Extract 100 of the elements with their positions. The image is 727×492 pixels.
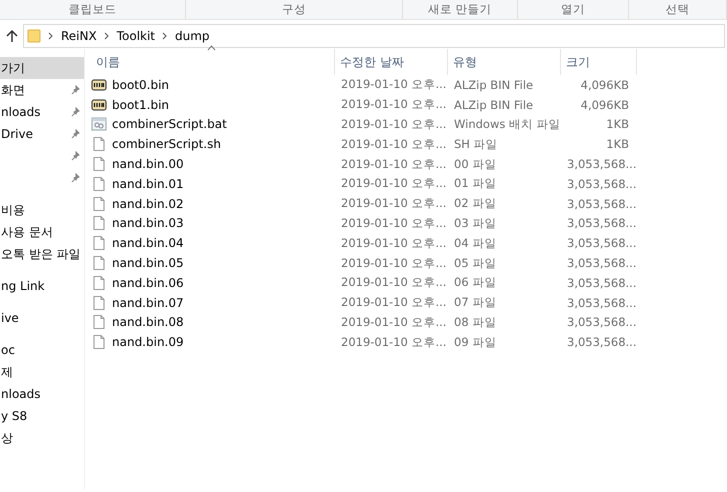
nav-label: nloads <box>1 105 41 119</box>
ribbon-group-label: 구성 <box>186 0 403 19</box>
date-cell-text: 2019-01-10 오후... <box>340 156 448 172</box>
file-icon <box>91 334 107 350</box>
file-icon <box>91 196 107 212</box>
nav-label: y S8 <box>1 409 28 423</box>
file-name[interactable]: combinerScript.bat <box>112 117 227 132</box>
column-header[interactable]: 크기 <box>561 49 637 75</box>
file-name[interactable]: nand.bin.02 <box>112 196 184 211</box>
date-cell-text: 2019-01-10 오후... <box>340 136 448 152</box>
nav-label: Drive <box>1 127 33 141</box>
type-cell-text: SH 파일 <box>453 136 499 152</box>
ribbon-group-label: 새로 만들기 <box>402 0 518 19</box>
date-cell-text: 2019-01-10 오후... <box>340 176 448 192</box>
file-icon <box>91 255 107 272</box>
breadcrumb[interactable]: dump <box>175 29 210 43</box>
size-cell-text: 3,053,568... <box>566 176 637 191</box>
nav-label: 가기 <box>1 60 25 76</box>
date-cell-text: 2019-01-10 오후... <box>340 275 448 290</box>
file-name[interactable]: nand.bin.07 <box>112 296 184 310</box>
nav-item[interactable]: ive <box>0 307 84 329</box>
nav-label: 사용 문서 <box>1 224 53 240</box>
pin-icon <box>70 107 80 117</box>
date-cell-text: 2019-01-10 오후... <box>340 236 448 251</box>
file-name[interactable]: nand.bin.09 <box>112 335 184 350</box>
breadcrumb[interactable]: Toolkit <box>116 29 156 43</box>
size-cell-text: 4,096KB <box>580 78 630 92</box>
nav-item[interactable]: 제 <box>0 361 84 383</box>
date-cell-text: 2019-01-10 오후... <box>340 97 448 112</box>
type-cell-text: 00 파일 <box>453 156 498 172</box>
type-cell-text: 05 파일 <box>453 256 498 271</box>
pin-icon <box>70 129 80 139</box>
file-icon <box>91 314 107 330</box>
date-cell-text: 2019-01-10 오후... <box>340 196 448 212</box>
size-cell-text: 3,053,568... <box>566 216 637 230</box>
file-icon <box>91 274 107 291</box>
nav-label: 화면 <box>1 82 25 98</box>
type-cell-text: 07 파일 <box>453 295 498 310</box>
nav-item[interactable]: nloads <box>0 383 84 405</box>
file-name[interactable]: nand.bin.00 <box>112 157 184 172</box>
size-cell-text: 3,053,568... <box>566 276 637 290</box>
size-cell-text: 4,096KB <box>580 98 630 112</box>
nav-item[interactable]: 사용 문서 <box>0 221 84 243</box>
column-header[interactable]: 이름 <box>91 49 335 75</box>
folder-icon <box>27 29 41 43</box>
file-icon <box>91 176 107 192</box>
size-cell-text: 3,053,568... <box>566 256 637 270</box>
nav-item[interactable]: nloads <box>0 101 84 123</box>
type-cell-text: 02 파일 <box>453 196 498 212</box>
size-cell-text: 3,053,568... <box>566 335 637 350</box>
file-name[interactable]: combinerScript.sh <box>112 137 221 152</box>
up-arrow-icon[interactable] <box>5 29 19 43</box>
size-cell-text: 1KB <box>605 137 630 152</box>
bin-file-icon <box>91 96 107 113</box>
nav-item[interactable]: ng Link <box>0 275 84 297</box>
file-name[interactable]: nand.bin.01 <box>112 176 184 191</box>
type-cell-text: 03 파일 <box>453 216 498 231</box>
file-name[interactable]: boot1.bin <box>112 98 170 112</box>
ribbon-group-label: 선택 <box>629 0 727 19</box>
file-name[interactable]: nand.bin.04 <box>112 236 184 250</box>
file-icon <box>91 156 107 172</box>
column-header[interactable]: 유형 <box>448 49 561 75</box>
nav-label: nloads <box>1 387 41 401</box>
nav-item[interactable]: 가기 <box>0 57 84 79</box>
file-name[interactable]: nand.bin.05 <box>112 256 184 270</box>
file-name[interactable]: nand.bin.03 <box>112 216 184 230</box>
size-cell-text: 3,053,568... <box>566 315 637 330</box>
type-cell-text: Windows 배치 파일 <box>453 116 561 132</box>
nav-item[interactable]: y S8 <box>0 405 84 427</box>
ribbon-group-label: 열기 <box>518 0 630 19</box>
breadcrumb[interactable]: ReiNX <box>61 29 97 43</box>
file-name[interactable]: nand.bin.08 <box>112 315 184 330</box>
size-cell-text: 3,053,568... <box>566 236 637 250</box>
column-header[interactable]: 수정한 날짜 <box>335 49 448 75</box>
date-cell-text: 2019-01-10 오후... <box>340 216 448 231</box>
type-cell-text: 09 파일 <box>453 334 498 350</box>
date-cell-text: 2019-01-10 오후... <box>340 77 448 92</box>
size-cell-text: 3,053,568... <box>566 296 637 310</box>
pin-icon <box>70 151 80 161</box>
nav-label: ng Link <box>1 279 45 293</box>
nav-label: oc <box>1 343 15 357</box>
nav-label: 제 <box>1 364 13 380</box>
date-cell-text: 2019-01-10 오후... <box>340 314 448 330</box>
address-bar[interactable]: ReiNX Toolkit dump <box>23 24 725 48</box>
type-cell-text: 06 파일 <box>453 275 498 290</box>
file-name[interactable]: boot0.bin <box>112 78 170 92</box>
pin-icon <box>70 173 80 183</box>
file-icon <box>91 235 107 252</box>
file-icon <box>91 136 107 152</box>
nav-label: 상 <box>1 430 13 446</box>
nav-item[interactable]: 상 <box>0 427 84 449</box>
nav-item[interactable]: Drive <box>0 123 84 145</box>
file-name[interactable]: nand.bin.06 <box>112 276 184 290</box>
size-cell-text: 3,053,568... <box>566 157 637 172</box>
nav-item[interactable]: oc <box>0 339 84 361</box>
date-cell-text: 2019-01-10 오후... <box>340 295 448 310</box>
nav-item[interactable]: 화면 <box>0 79 84 101</box>
bin-file-icon <box>91 76 107 93</box>
nav-item[interactable]: 비용 <box>0 199 84 221</box>
sort-caret-icon <box>207 45 216 51</box>
